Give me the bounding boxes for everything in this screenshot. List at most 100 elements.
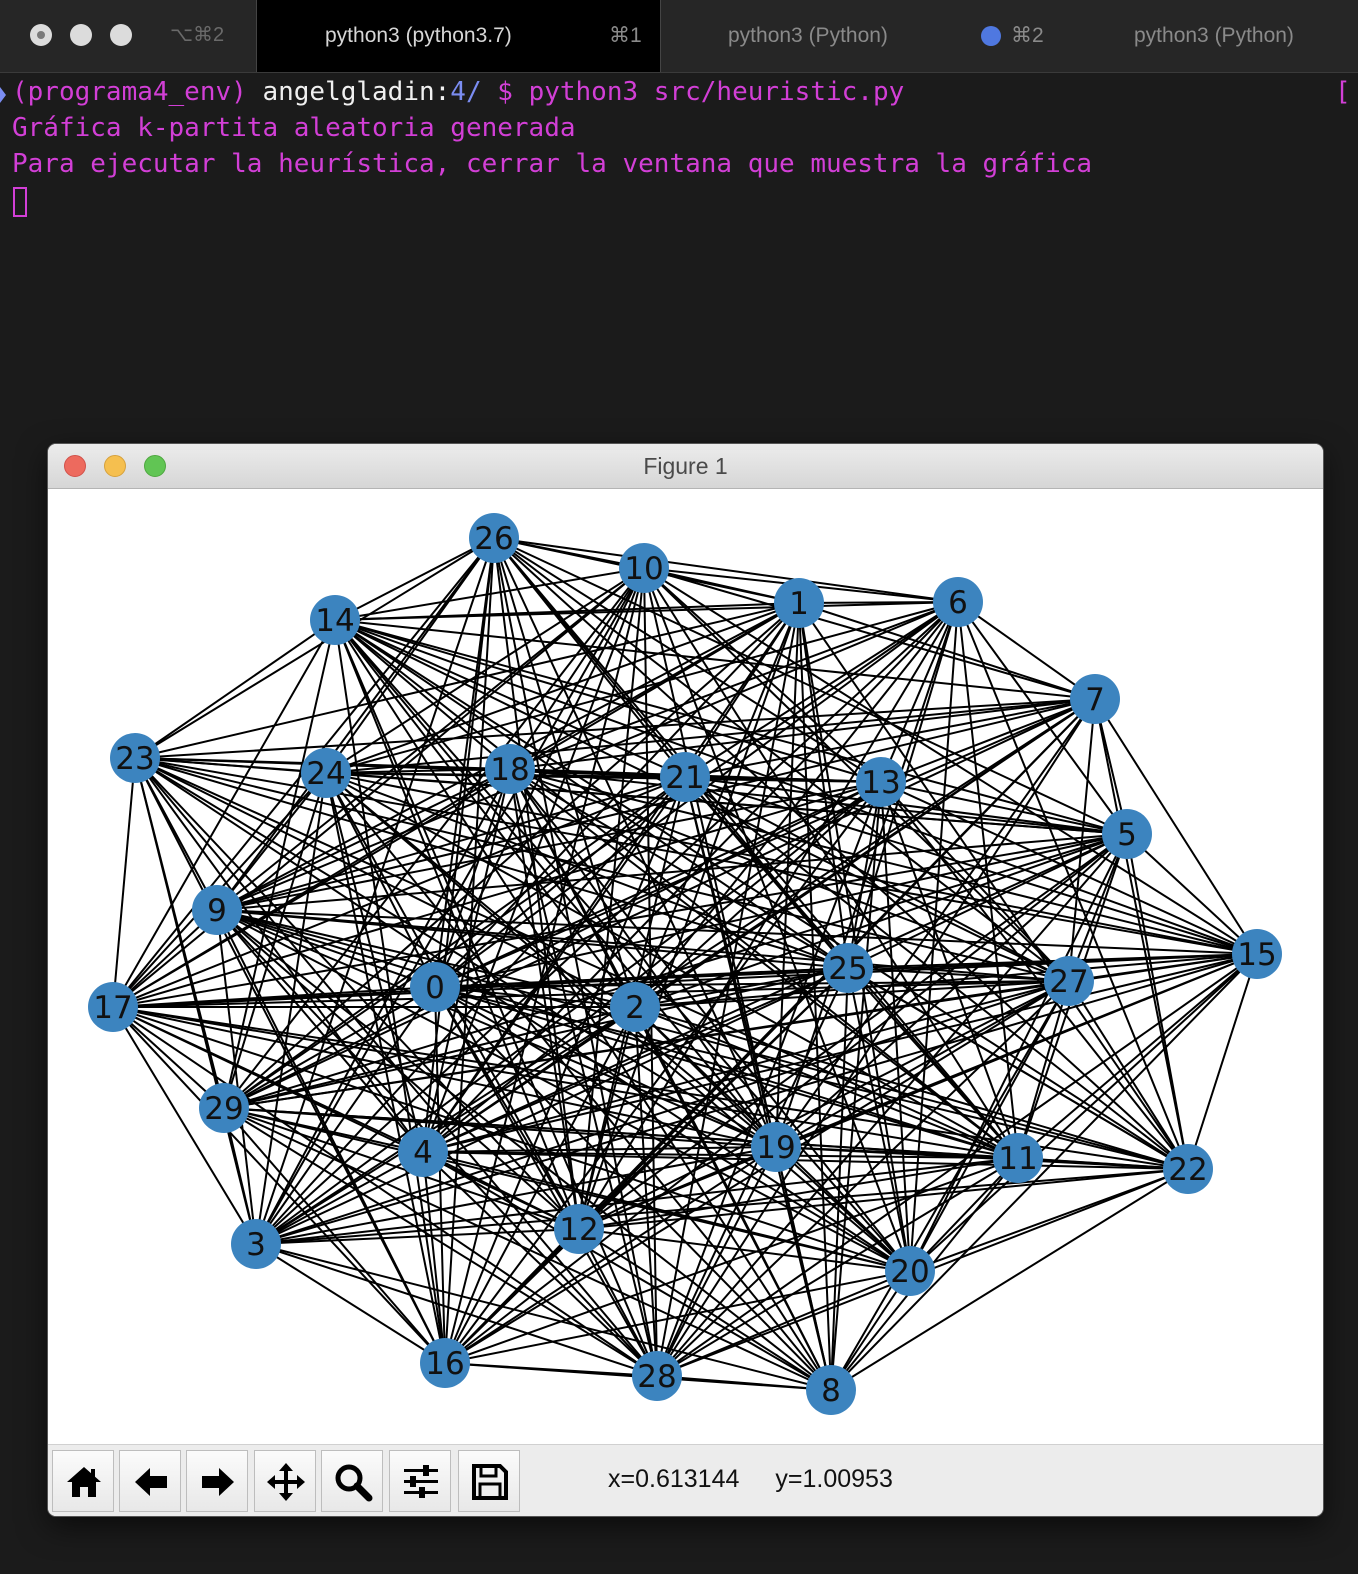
graph-edge-14-17 xyxy=(112,619,336,1008)
zoom-button[interactable] xyxy=(321,1450,383,1512)
graph-node-19: 19 xyxy=(751,1122,801,1172)
graph-node-22: 22 xyxy=(1163,1144,1213,1194)
graph-edge-5-28 xyxy=(656,833,1128,1377)
figure-titlebar[interactable]: Figure 1 xyxy=(48,444,1323,489)
graph-node-12: 12 xyxy=(554,1204,604,1254)
graph-node-label: 17 xyxy=(93,990,132,1026)
graph-node-label: 6 xyxy=(948,585,968,621)
graph-node-20: 20 xyxy=(885,1246,935,1296)
graph-edge-9-3 xyxy=(216,909,257,1245)
save-icon xyxy=(472,1464,508,1500)
tab-python3-active[interactable]: python3 (python3.7) ⌘1 xyxy=(256,0,661,72)
activity-dot-icon xyxy=(981,26,1001,46)
text-cursor xyxy=(13,187,27,217)
graph-node-label: 5 xyxy=(1117,817,1137,853)
graph-node-label: 25 xyxy=(828,951,867,987)
close-window-button[interactable] xyxy=(30,24,52,46)
back-button[interactable] xyxy=(119,1450,181,1512)
graph-node-29: 29 xyxy=(199,1083,249,1133)
graph-node-14: 14 xyxy=(310,595,360,645)
tab-title: python3 (python3.7) xyxy=(325,24,512,47)
graph-node-16: 16 xyxy=(420,1338,470,1388)
graph-node-label: 19 xyxy=(756,1130,795,1166)
graph-node-label: 23 xyxy=(115,741,154,777)
prompt-command: $ python3 src/heuristic.py xyxy=(481,77,905,107)
tab-shortcut: ⌘1 xyxy=(609,24,642,47)
graph-node-18: 18 xyxy=(485,744,535,794)
save-button[interactable] xyxy=(458,1450,520,1512)
graph-node-label: 1 xyxy=(789,586,809,622)
graph-node-2: 2 xyxy=(610,982,660,1032)
graph-node-15: 15 xyxy=(1232,929,1282,979)
graph-node-label: 16 xyxy=(425,1346,464,1382)
graph-node-label: 28 xyxy=(637,1359,676,1395)
graph-node-17: 17 xyxy=(88,982,138,1032)
graph-node-8: 8 xyxy=(806,1365,856,1415)
graph-node-6: 6 xyxy=(933,577,983,627)
tab-python3-3[interactable]: python3 (Python) xyxy=(1069,0,1358,72)
graph-node-21: 21 xyxy=(660,752,710,802)
configure-subplots-button[interactable] xyxy=(389,1450,451,1512)
graph-node-10: 10 xyxy=(619,543,669,593)
graph-node-label: 18 xyxy=(490,752,529,788)
graph-node-label: 29 xyxy=(204,1091,243,1127)
minimize-window-button[interactable] xyxy=(70,24,92,46)
graph-node-label: 21 xyxy=(665,760,704,796)
graph-node-label: 14 xyxy=(315,603,354,639)
graph-node-label: 9 xyxy=(207,893,227,929)
y-readout: y=1.00953 xyxy=(775,1465,893,1493)
prompt-user: angelgladin xyxy=(262,77,435,107)
back-arrow-icon xyxy=(135,1468,167,1496)
graph-node-label: 11 xyxy=(998,1141,1037,1177)
tab-python3-2[interactable]: python3 (Python) ⌘2 xyxy=(662,0,1068,72)
figure-window[interactable]: Figure 1 26 10 1 6 14 7 23 24 18 21 13 5 9 15 25 27 0 2 17… xyxy=(48,444,1323,1516)
configure-subplots-icon xyxy=(404,1465,438,1498)
output-line: Para ejecutar la heurística, cerrar la v… xyxy=(12,149,1093,179)
zoom-icon xyxy=(335,1464,373,1502)
graph-node-label: 8 xyxy=(821,1373,841,1409)
graph-node-7: 7 xyxy=(1070,674,1120,724)
graph-node-24: 24 xyxy=(301,748,351,798)
zoom-window-button[interactable] xyxy=(110,24,132,46)
graph-node-label: 3 xyxy=(246,1227,266,1263)
graph-node-label: 22 xyxy=(1168,1152,1207,1188)
terminal-tab-bar: ⌥⌘2 python3 (python3.7) ⌘1 python3 (Pyth… xyxy=(0,0,1358,73)
mark-icon xyxy=(0,87,6,103)
prompt-env: (programa4_env) xyxy=(12,77,263,107)
prompt-sep: : xyxy=(434,77,451,107)
graph-node-label: 0 xyxy=(425,970,445,1006)
graph-edge-0-22 xyxy=(434,986,1189,1170)
plot-canvas[interactable]: 26 10 1 6 14 7 23 24 18 21 13 5 9 15 25 27 0 2 17 29 4 19 11 22… xyxy=(48,489,1323,1444)
graph-node-label: 20 xyxy=(890,1254,929,1290)
graph-node-28: 28 xyxy=(632,1351,682,1401)
graph-edge-21-17 xyxy=(112,776,686,1008)
graph-node-0: 0 xyxy=(410,962,460,1012)
graph-node-9: 9 xyxy=(192,885,242,935)
graph-plot: 26101 614723 24 18 21 13591525 270217294 19 11 22… xyxy=(88,513,1282,1415)
command-line: (programa4_env) angelgladin:4/ $ python3… xyxy=(12,77,904,107)
home-icon xyxy=(67,1467,101,1497)
x-readout: x=0.613144 xyxy=(608,1465,740,1493)
home-button[interactable] xyxy=(52,1450,114,1512)
pan-icon xyxy=(267,1463,305,1501)
graph-node-26: 26 xyxy=(469,513,519,563)
pan-button[interactable] xyxy=(254,1450,316,1512)
forward-button[interactable] xyxy=(186,1450,248,1512)
graph-node-label: 26 xyxy=(474,521,513,557)
graph-node-label: 24 xyxy=(306,756,345,792)
graph-node-label: 7 xyxy=(1085,682,1105,718)
output-line: Gráfica k-partita aleatoria generada xyxy=(12,113,576,143)
graph-node-25: 25 xyxy=(823,943,873,993)
graph-node-label: 4 xyxy=(413,1135,433,1171)
graph-edge-9-15 xyxy=(216,909,1258,955)
graph-node-label: 13 xyxy=(861,765,900,801)
graph-node-label: 10 xyxy=(624,551,663,587)
tab-title: python3 (Python) xyxy=(1134,24,1294,47)
graph-node-label: 27 xyxy=(1049,964,1088,1000)
graph-node-3: 3 xyxy=(231,1219,281,1269)
graph-node-5: 5 xyxy=(1102,809,1152,859)
graph-node-label: 15 xyxy=(1237,937,1276,973)
graph-edge-23-17 xyxy=(112,757,136,1008)
tab-title: python3 (Python) xyxy=(728,24,888,47)
graph-node-label: 2 xyxy=(625,990,645,1026)
